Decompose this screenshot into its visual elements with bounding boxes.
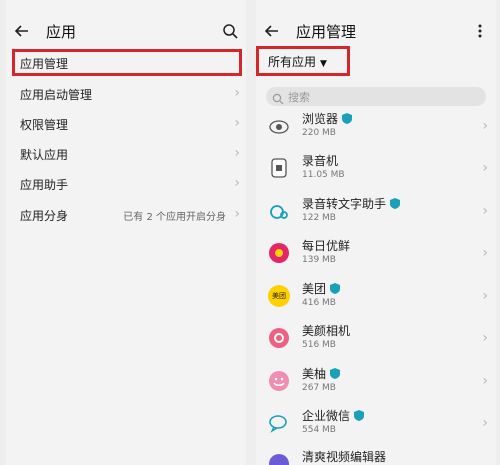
recorder-icon	[268, 157, 290, 179]
search-icon[interactable]	[222, 23, 238, 43]
meiyou-icon	[268, 370, 290, 392]
verified-shield-icon	[330, 367, 341, 382]
meituan-icon-text: 美团	[272, 292, 286, 300]
status-bar	[6, 0, 246, 14]
app-list-item[interactable]: 清爽视频编辑器	[256, 445, 496, 465]
highlight-box	[256, 46, 350, 76]
app-size: 220 MB	[302, 128, 336, 138]
chevron-right-icon: ›	[234, 206, 240, 222]
app-settings-panel: 应用 应用管理 应用启动管理 › 权限管理 › 默认应用 › 应用助手 › 应用…	[6, 0, 246, 465]
menu-item-app-twin[interactable]: 应用分身 已有 2 个应用开启分身 ›	[6, 200, 246, 230]
app-name: 录音机	[302, 154, 339, 168]
video-editor-icon	[268, 453, 290, 465]
app-list-item[interactable]: 每日优鲜 139 MB ›	[256, 234, 496, 276]
menu-item-label: 应用助手	[20, 177, 69, 192]
app-management-panel: 应用管理 所有应用 ▼ 搜索 浏览器 220 MB › 录音机 11.05 MB …	[256, 0, 496, 465]
app-size: 11.05 MB	[302, 170, 345, 180]
verified-shield-icon	[390, 197, 401, 212]
app-list-item[interactable]: 美颜相机 516 MB ›	[256, 319, 496, 361]
app-size: 267 MB	[302, 383, 336, 393]
menu-item-default-apps[interactable]: 默认应用 ›	[6, 139, 246, 169]
back-arrow-icon[interactable]	[14, 23, 30, 43]
app-size: 416 MB	[302, 298, 336, 308]
app-list-item[interactable]: 浏览器 220 MB ›	[256, 107, 496, 149]
search-placeholder: 搜索	[288, 91, 310, 104]
meituan-icon: 美团	[268, 285, 290, 307]
app-name: 美柚	[302, 365, 341, 382]
more-options-icon[interactable]	[472, 23, 488, 43]
app-list-item[interactable]: 美柚 267 MB ›	[256, 362, 496, 404]
menu-item-label: 默认应用	[20, 147, 69, 162]
app-list-item[interactable]: 录音机 11.05 MB ›	[256, 149, 496, 191]
verified-shield-icon	[342, 112, 353, 127]
app-name: 录音转文字助手	[302, 195, 401, 212]
app-list-item[interactable]: 企业微信 554 MB ›	[256, 404, 496, 446]
chevron-right-icon: ›	[482, 203, 488, 219]
app-name: 企业微信	[302, 407, 365, 424]
chevron-right-icon: ›	[482, 330, 488, 346]
menu-item-app-launch[interactable]: 应用启动管理 ›	[6, 79, 246, 109]
top-app-bar: 应用管理	[256, 14, 496, 48]
status-bar	[256, 0, 496, 14]
menu-item-label: 应用分身	[20, 208, 69, 223]
back-arrow-icon[interactable]	[264, 23, 280, 43]
app-name-text: 企业微信	[302, 409, 351, 423]
missfresh-icon	[268, 242, 290, 264]
chevron-right-icon: ›	[234, 85, 240, 101]
app-size: 122 MB	[302, 213, 336, 223]
highlight-box	[12, 49, 242, 76]
app-name: 浏览器	[302, 110, 353, 127]
app-name: 美团	[302, 280, 341, 297]
verified-shield-icon	[330, 282, 341, 297]
chevron-right-icon: ›	[482, 373, 488, 389]
app-name: 清爽视频编辑器	[302, 450, 387, 464]
menu-item-label: 权限管理	[20, 117, 69, 132]
app-name: 美颜相机	[302, 324, 351, 338]
browser-icon	[268, 115, 290, 137]
app-name-text: 浏览器	[302, 112, 339, 126]
chevron-right-icon: ›	[482, 160, 488, 176]
app-list-item[interactable]: 录音转文字助手 122 MB ›	[256, 192, 496, 234]
app-name-text: 美团	[302, 282, 327, 296]
beauty-camera-icon	[268, 327, 290, 349]
chevron-right-icon: ›	[234, 115, 240, 131]
chevron-right-icon: ›	[234, 175, 240, 191]
chevron-right-icon: ›	[482, 245, 488, 261]
twin-status-text: 已有 2 个应用开启分身	[123, 211, 226, 223]
chevron-right-icon: ›	[482, 415, 488, 431]
chevron-right-icon: ›	[482, 118, 488, 134]
verified-shield-icon	[354, 409, 365, 424]
app-name-text: 美柚	[302, 367, 327, 381]
app-name: 每日优鲜	[302, 239, 351, 253]
transcribe-icon	[268, 200, 290, 222]
menu-item-label: 应用启动管理	[20, 87, 93, 102]
app-name-text: 录音转文字助手	[302, 197, 387, 211]
chevron-right-icon: ›	[234, 145, 240, 161]
wecom-icon	[268, 412, 290, 434]
menu-item-permissions[interactable]: 权限管理 ›	[6, 109, 246, 139]
page-title: 应用	[46, 23, 77, 41]
chevron-right-icon: ›	[482, 288, 488, 304]
menu-item-app-assistant[interactable]: 应用助手 ›	[6, 169, 246, 199]
top-app-bar: 应用	[6, 14, 246, 48]
search-input[interactable]: 搜索	[266, 87, 486, 106]
page-title: 应用管理	[296, 23, 357, 41]
app-list-item[interactable]: 美团 美团 416 MB ›	[256, 277, 496, 319]
app-size: 139 MB	[302, 255, 336, 265]
app-size: 554 MB	[302, 425, 336, 435]
app-size: 516 MB	[302, 340, 336, 350]
